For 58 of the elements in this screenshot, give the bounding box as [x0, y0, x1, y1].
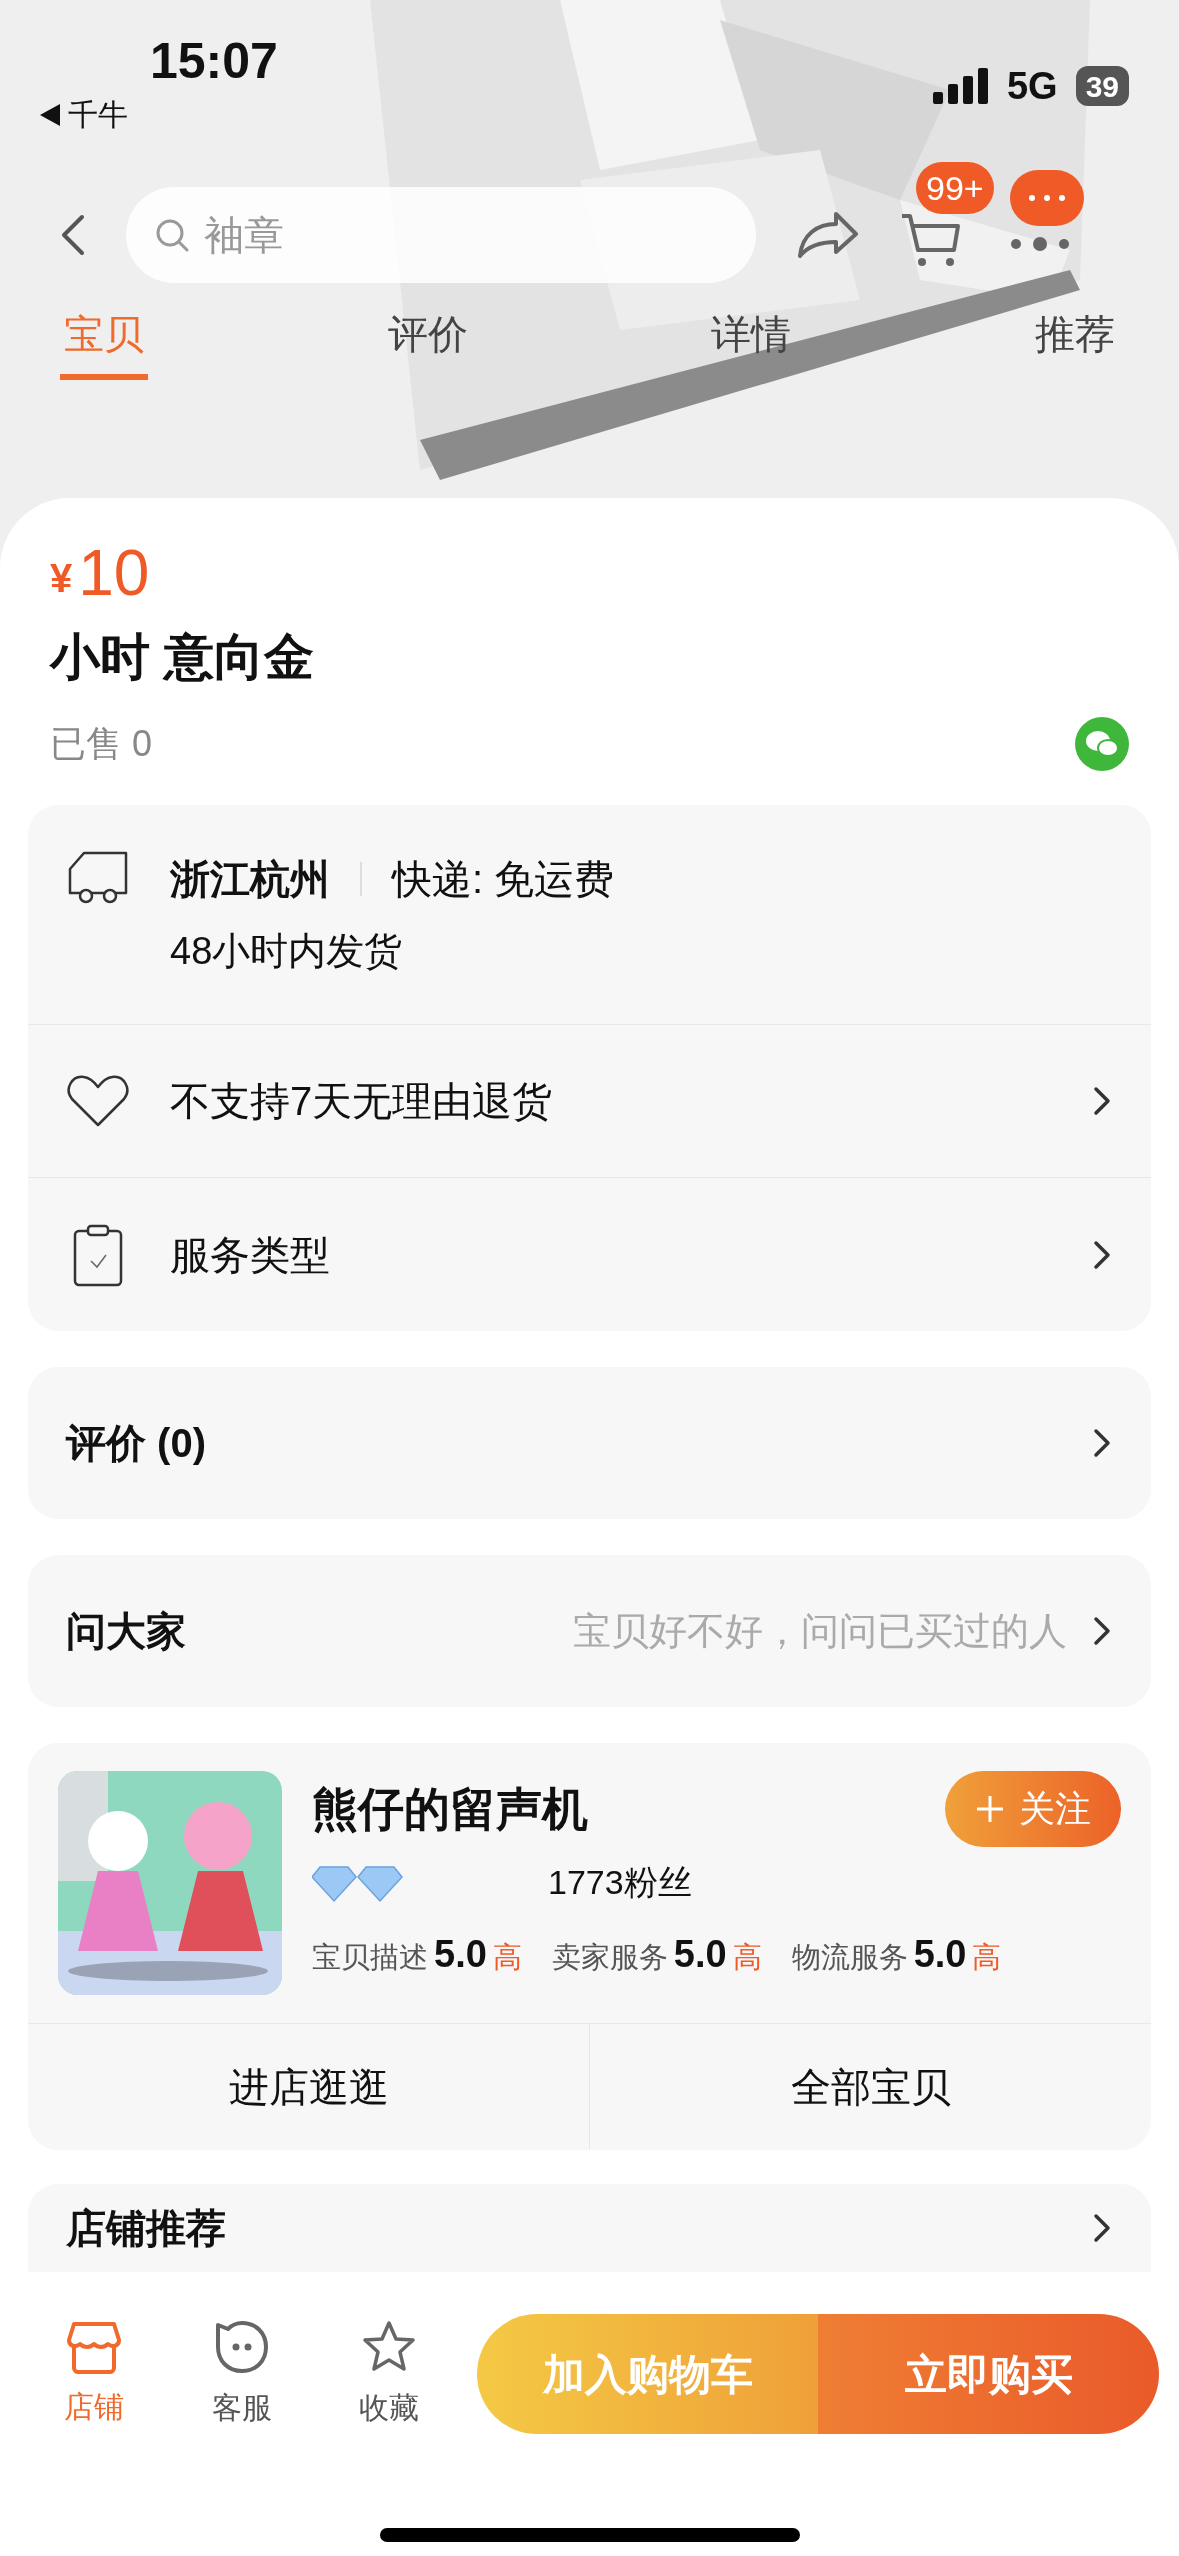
service-label: 不支持7天无理由退货 [170, 1078, 554, 1125]
bottom-nav-item[interactable]: 收藏 [315, 2318, 464, 2430]
search-icon [154, 217, 190, 253]
currency-symbol: ¥ [50, 555, 73, 602]
network-label: 5G [1006, 63, 1058, 109]
more-icon[interactable] [1010, 236, 1070, 252]
rating-score: 5.0 [913, 1932, 967, 1977]
clipboard-icon [71, 1222, 125, 1287]
shop-link-button[interactable]: 进店逛逛 [28, 2024, 589, 2150]
back-app-label[interactable]: 千牛 [68, 100, 128, 130]
recommend-row[interactable]: 店铺推荐 [28, 2184, 1151, 2272]
fans-count: 1773粉丝 [548, 1862, 692, 1903]
wechat-icon[interactable] [1075, 717, 1129, 771]
ship-from-location: 浙江杭州 [170, 856, 330, 903]
back-triangle-icon [40, 104, 60, 126]
tab[interactable]: 详情 [707, 304, 796, 380]
service-row[interactable]: 服务类型 [28, 1178, 1151, 1331]
rating-grade: 高 [972, 1940, 1002, 1975]
shop-name: 熊仔的留声机 [312, 1781, 588, 1837]
rating-label: 物流服务 [791, 1940, 908, 1975]
chevron-right-icon [1091, 1426, 1113, 1460]
chat-bubble-icon [213, 2318, 270, 2375]
share-icon[interactable] [796, 210, 860, 260]
rating-label: 宝贝描述 [312, 1940, 428, 1975]
rating-grade: 高 [732, 1940, 762, 1975]
rating-score: 5.0 [673, 1932, 727, 1977]
shop-link-button[interactable]: 全部宝贝 [589, 2024, 1151, 2150]
price: 10 [78, 538, 150, 608]
back-icon[interactable] [60, 213, 86, 257]
tab[interactable]: 评价 [383, 304, 472, 380]
rating-label: 卖家服务 [551, 1940, 668, 1975]
chevron-right-icon [1091, 1614, 1113, 1648]
recommend-title: 店铺推荐 [66, 2208, 226, 2248]
search-field[interactable]: 袖章 [126, 187, 756, 283]
ask-hint: 宝贝好不好，问问已买过的人 [573, 1608, 1067, 1654]
service-row[interactable]: 不支持7天无理由退货 [28, 1025, 1151, 1178]
ask-row[interactable]: 问大家 宝贝好不好，问问已买过的人 [28, 1555, 1151, 1707]
sold-count: 已售 0 [50, 722, 153, 766]
product-title: 小时 意向金 [48, 628, 315, 687]
heart-icon [66, 1073, 130, 1129]
delivery-fee: 快递: 免运费 [392, 856, 615, 903]
ask-title: 问大家 [66, 1608, 186, 1655]
dispatch-time: 48小时内发货 [170, 929, 404, 974]
tab[interactable]: 推荐 [1030, 304, 1119, 380]
service-label: 服务类型 [170, 1231, 331, 1279]
signal-icon [932, 68, 989, 104]
bottom-nav-item[interactable]: 客服 [167, 2318, 316, 2430]
reviews-row[interactable]: 评价 (0) [28, 1367, 1151, 1519]
reviews-title: 评价 (0) [66, 1420, 206, 1467]
chevron-right-icon [1091, 2211, 1113, 2245]
status-time: 15:07 [150, 36, 278, 86]
plus-icon [975, 1794, 1005, 1824]
chevron-right-icon [1091, 1084, 1113, 1118]
battery-indicator: 39 [1075, 66, 1129, 106]
rating-grade: 高 [492, 1940, 522, 1975]
rating-score: 5.0 [434, 1932, 487, 1977]
store-icon [65, 2319, 122, 2374]
truck-icon [66, 849, 130, 905]
